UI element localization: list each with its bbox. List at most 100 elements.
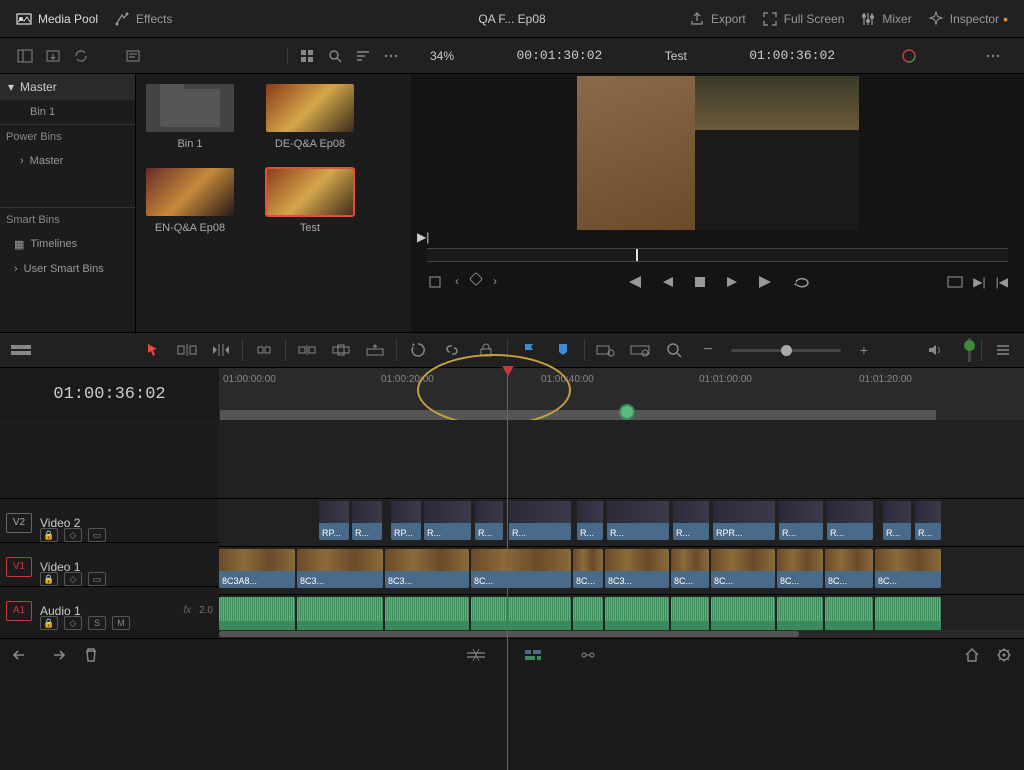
loop-icon[interactable]: [793, 274, 811, 293]
play-icon[interactable]: [725, 275, 739, 292]
user-smart-bins[interactable]: ›User Smart Bins: [0, 257, 135, 281]
usb-label: User Smart Bins: [24, 263, 104, 275]
undo-icon[interactable]: [12, 647, 30, 666]
in-point-icon[interactable]: ▶|: [973, 275, 985, 292]
sync-icon[interactable]: [70, 48, 92, 64]
link-icon[interactable]: [441, 342, 463, 358]
timeline-view-icon[interactable]: [10, 342, 32, 358]
go-end-icon[interactable]: [757, 274, 775, 293]
auto-select-icon[interactable]: ◇: [64, 572, 82, 586]
export-button[interactable]: Export: [681, 7, 754, 31]
timelines-smartbin[interactable]: ▦Timelines: [0, 232, 135, 257]
inspector-label: Inspector: [950, 12, 999, 26]
play-next-icon[interactable]: ▶|: [417, 230, 429, 244]
inspector-button[interactable]: Inspector •: [920, 7, 1016, 31]
solo-button[interactable]: S: [88, 616, 106, 630]
viewer-menu-icon[interactable]: [982, 48, 1004, 64]
marker-icon[interactable]: [552, 342, 574, 358]
selection-tool-icon[interactable]: [142, 342, 164, 358]
viewer-scrubber[interactable]: [427, 248, 1008, 262]
bin1-item[interactable]: Bin 1: [0, 100, 135, 124]
mute-button[interactable]: M: [112, 616, 130, 630]
layout-icon[interactable]: [14, 48, 36, 64]
step-back-icon[interactable]: [661, 275, 675, 292]
go-start-icon[interactable]: [625, 274, 643, 293]
smart-bins-header[interactable]: Smart Bins: [0, 207, 135, 232]
playhead[interactable]: [507, 368, 508, 770]
fusion-page-icon[interactable]: [579, 647, 597, 666]
metadata-icon[interactable]: [122, 48, 144, 64]
lock-icon[interactable]: 🔒: [40, 528, 58, 542]
zoom-percent[interactable]: 34%: [430, 49, 454, 63]
insert-icon[interactable]: [296, 342, 318, 358]
import-icon[interactable]: [42, 48, 64, 64]
more-icon[interactable]: [380, 48, 402, 64]
out-point-icon[interactable]: |◀: [996, 275, 1008, 292]
project-settings-icon[interactable]: [996, 647, 1012, 666]
ruler-tick: 01:00:20:00: [381, 374, 434, 385]
media-pool[interactable]: Bin 1 DE-Q&A Ep08 EN-Q&A Ep08 Test: [136, 74, 411, 332]
edit-page-icon[interactable]: [523, 647, 543, 666]
dynamic-trim-icon[interactable]: [210, 342, 232, 358]
bin-folder[interactable]: Bin 1: [144, 84, 236, 150]
zoom-in-icon[interactable]: +: [853, 342, 875, 358]
source-timecode[interactable]: 00:01:30:02: [516, 48, 602, 63]
timeline-scrollbar[interactable]: [0, 630, 1024, 638]
delete-icon[interactable]: [84, 647, 98, 666]
clip-de[interactable]: DE-Q&A Ep08: [264, 84, 356, 150]
zoom-custom-icon[interactable]: [663, 342, 685, 358]
zoom-out-icon[interactable]: −: [697, 341, 719, 359]
lock-icon[interactable]: [475, 342, 497, 358]
timeline-timecode[interactable]: 01:00:36:02: [0, 368, 219, 420]
home-icon[interactable]: [964, 647, 980, 666]
power-bins-header[interactable]: Power Bins: [0, 124, 135, 149]
volume-slider[interactable]: [968, 338, 971, 362]
blade-tool-icon[interactable]: [253, 342, 275, 358]
bypass-color-icon[interactable]: [898, 48, 920, 64]
crop-icon[interactable]: [427, 274, 443, 293]
mute-icon[interactable]: [924, 342, 946, 358]
disable-icon[interactable]: ▭: [88, 572, 106, 586]
zoom-full-icon[interactable]: [629, 342, 651, 358]
clip-en[interactable]: EN-Q&A Ep08: [144, 168, 236, 234]
record-timecode[interactable]: 01:00:36:02: [749, 48, 835, 63]
disable-icon[interactable]: ▭: [88, 528, 106, 542]
media-pool-tab[interactable]: Media Pool: [8, 7, 106, 31]
stop-icon[interactable]: [693, 275, 707, 292]
bin1-label: Bin 1: [177, 138, 202, 150]
redo-icon[interactable]: [48, 647, 66, 666]
mixer-button[interactable]: Mixer: [852, 7, 919, 31]
effects-label: Effects: [136, 12, 172, 26]
cut-page-icon[interactable]: [465, 647, 487, 666]
marker-nav-icon[interactable]: [469, 272, 483, 286]
auto-select-icon[interactable]: ◇: [64, 616, 82, 630]
prev-edit-icon[interactable]: ‹: [455, 274, 459, 293]
timeline-options-icon[interactable]: [992, 342, 1014, 358]
effects-tab[interactable]: Effects: [106, 7, 180, 31]
test-label: Test: [300, 222, 320, 234]
retime-icon[interactable]: [407, 342, 429, 358]
thumb-view-icon[interactable]: [296, 48, 318, 64]
trim-tool-icon[interactable]: [176, 342, 198, 358]
lock-icon[interactable]: 🔒: [40, 572, 58, 586]
match-frame-icon[interactable]: [947, 275, 963, 292]
track-lanes[interactable]: RP... R... RP... R... R... R... R... R..…: [219, 420, 1024, 630]
clip-test[interactable]: Test: [264, 168, 356, 234]
fullscreen-button[interactable]: Full Screen: [754, 7, 853, 31]
sort-icon[interactable]: [352, 48, 374, 64]
timeline-ruler[interactable]: 01:00:00:00 01:00:20:00 01:00:40:00 01:0…: [219, 368, 1024, 420]
zoom-out-detail-icon[interactable]: [595, 342, 617, 358]
viewer-canvas[interactable]: [577, 76, 859, 230]
lock-icon[interactable]: 🔒: [40, 616, 58, 630]
next-edit-icon[interactable]: ›: [493, 274, 497, 293]
mixer-label: Mixer: [882, 12, 911, 26]
powerbin-master[interactable]: ›Master: [0, 149, 135, 173]
search-icon[interactable]: [324, 48, 346, 64]
master-bin[interactable]: ▾ Master: [0, 74, 135, 100]
auto-select-icon[interactable]: ◇: [64, 528, 82, 542]
replace-icon[interactable]: [364, 342, 386, 358]
overwrite-icon[interactable]: [330, 342, 352, 358]
flag-icon[interactable]: [518, 342, 540, 358]
zoom-slider[interactable]: [731, 349, 841, 352]
record-name[interactable]: Test: [665, 49, 687, 63]
